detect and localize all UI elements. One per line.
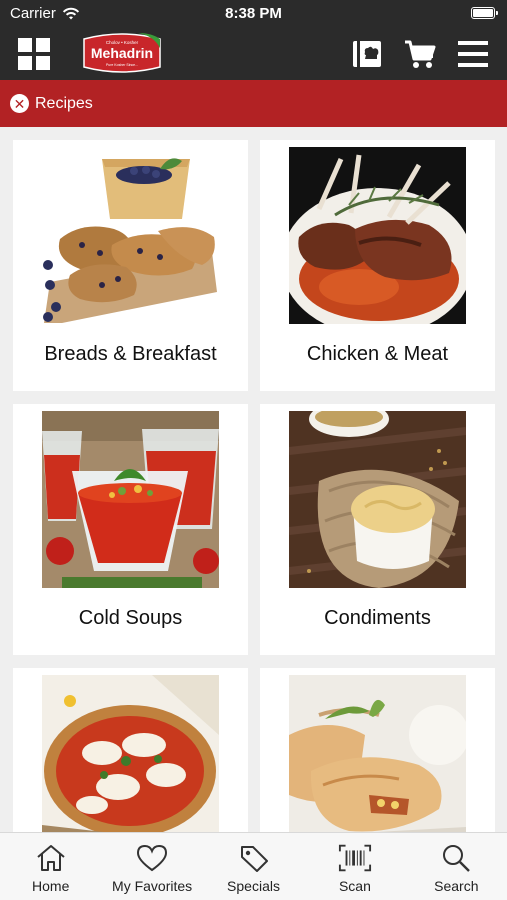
category-card-cold-soups[interactable]: Cold Soups [13,404,248,655]
category-card-pizza[interactable] [13,668,248,832]
home-icon [34,842,68,874]
logo-tagline-bottom: Pure Kosher Since... [106,63,138,67]
battery-icon [471,7,498,19]
category-card-condiments[interactable]: Condiments [260,404,495,655]
breadcrumb-label: Recipes [35,94,93,112]
lamb-rack-photo [289,147,466,324]
tab-search-label: Search [434,878,479,894]
close-circle-icon[interactable]: ✕ [10,94,29,113]
category-card-chicken-meat[interactable]: Chicken & Meat [260,140,495,391]
recipe-book-icon[interactable] [349,36,385,72]
logo-text: Mehadrin [91,45,153,61]
tab-specials-label: Specials [227,878,280,894]
category-title: Chicken & Meat [306,343,449,365]
mehadrin-logo[interactable]: Cholov • Kosher Mehadrin Pure Kosher Sin… [80,30,164,76]
category-card-breads-breakfast[interactable]: Breads & Breakfast [13,140,248,391]
pizza-photo [42,675,219,832]
category-title: Cold Soups [78,607,183,629]
app-header: Cholov • Kosher Mehadrin Pure Kosher Sin… [0,28,507,80]
search-icon [439,842,473,874]
recipe-category-grid[interactable]: Breads & Breakfast Chicken & Meat Cold S… [0,127,507,832]
tab-specials[interactable]: Specials [203,833,304,900]
mustard-bowl-photo [289,411,466,588]
recipes-breadcrumb: ✕ Recipes [0,80,507,127]
muffin-scones-photo [42,147,219,324]
tab-scan-label: Scan [338,878,371,894]
tab-home-label: Home [32,878,70,894]
category-title: Breads & Breakfast [44,343,217,365]
gazpacho-photo [42,411,219,588]
status-time: 8:38 PM [225,5,282,22]
menu-icon[interactable] [455,36,491,72]
barcode-scan-icon [338,842,372,874]
tab-my-favorites-label: My Favorites [112,878,193,894]
tab-search[interactable]: Search [406,833,507,900]
strudel-photo [289,675,466,832]
heart-icon [135,842,169,874]
cart-icon[interactable] [402,36,438,72]
bottom-tab-bar: Home My Favorites Specials Scan Search [0,832,507,900]
tab-my-favorites[interactable]: My Favorites [101,833,202,900]
tag-icon [237,842,271,874]
grid-icon[interactable] [18,38,50,70]
category-title: Condiments [324,607,431,629]
category-card-strudel[interactable] [260,668,495,832]
tab-scan[interactable]: Scan [304,833,405,900]
tab-home[interactable]: Home [0,833,101,900]
status-bar: Carrier 8:38 PM [0,0,507,28]
